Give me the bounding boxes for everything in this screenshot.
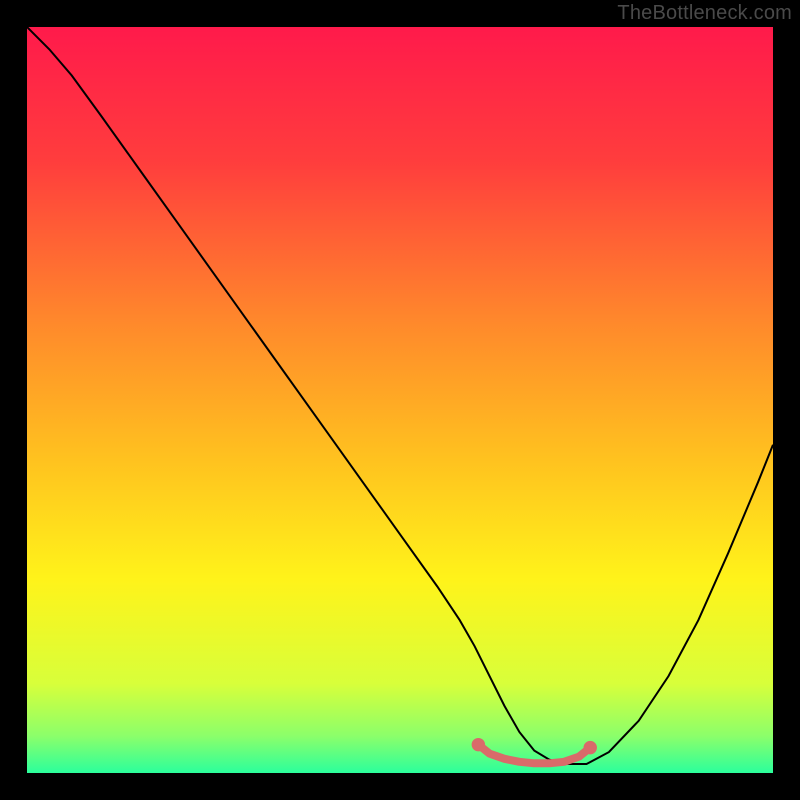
highlight-endpoint [584,741,597,754]
gradient-background [27,27,773,773]
chart-container [27,27,773,773]
watermark-text: TheBottleneck.com [617,2,792,25]
chart-svg [27,27,773,773]
highlight-endpoint [472,738,485,751]
